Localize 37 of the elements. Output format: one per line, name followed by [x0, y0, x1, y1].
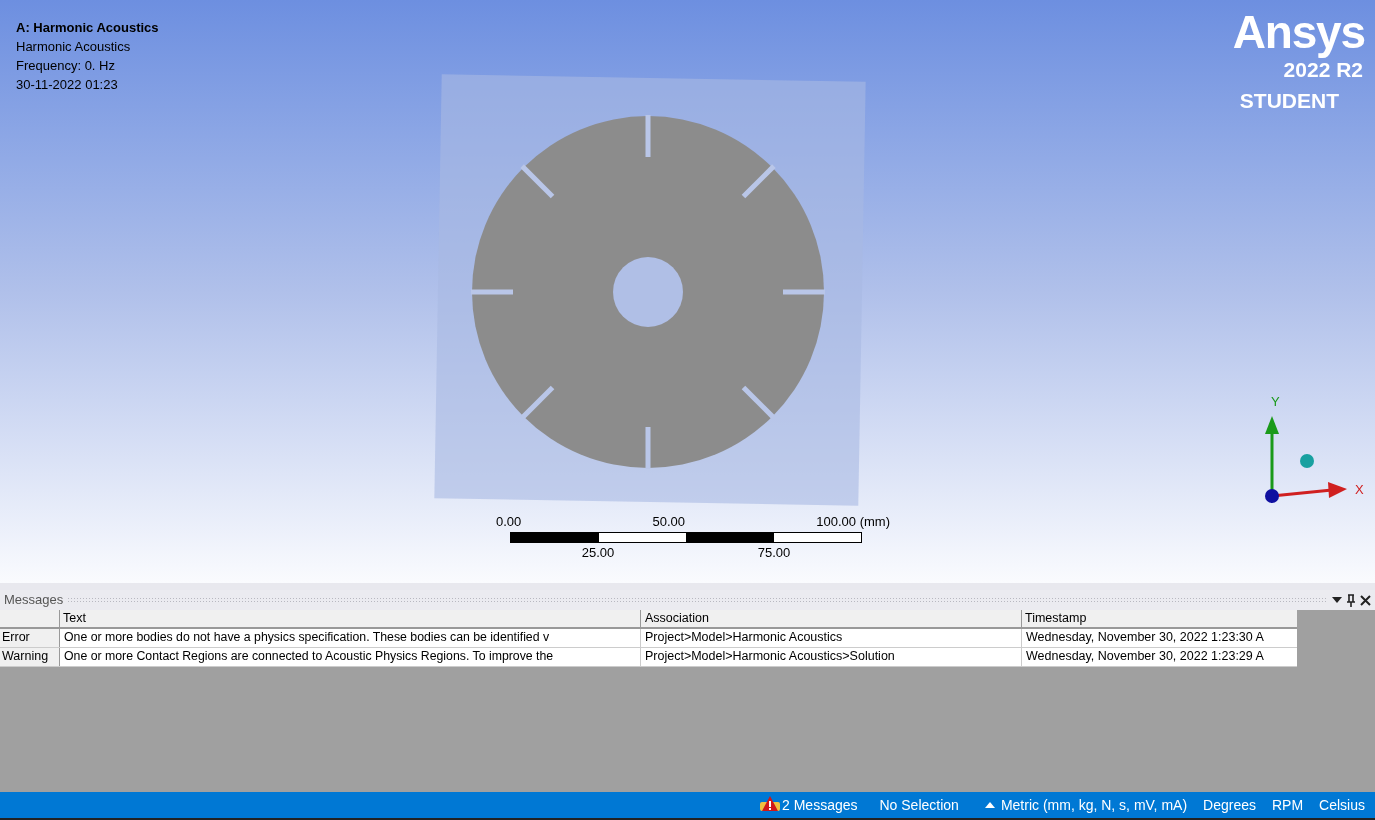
scale-label: 50.00	[652, 513, 686, 531]
analysis-info: 30-11-2022 01:23	[16, 76, 119, 94]
selection-status: No Selection	[879, 795, 959, 815]
table-cell: One or more Contact Regions are connected to Acoustic Physics Regions. To improve the	[60, 648, 641, 666]
version-label: 2022 R2	[1283, 58, 1363, 82]
table-cell-text: Wednesday, November 30, 2022 1:23:30 A	[1025, 629, 1265, 646]
analysis-info: Frequency: 0. Hz	[16, 57, 116, 75]
column-header[interactable]: Association	[641, 610, 1022, 627]
axis-label: X	[1355, 481, 1364, 499]
column-header[interactable]: Text	[60, 610, 641, 627]
column-header[interactable]: Timestamp	[1022, 610, 1297, 627]
scale-label: 25.00	[581, 543, 615, 562]
table-cell: Project>Model>Harmonic Acoustics>Solution	[641, 648, 1022, 666]
temperature-unit-button[interactable]: Celsius	[1319, 794, 1365, 816]
close-icon[interactable]	[1360, 594, 1371, 606]
speed-unit-button[interactable]: RPM	[1271, 794, 1304, 816]
table-cell: One or more bodies do not have a physics specification. These bodies can be identified v	[60, 629, 641, 647]
messages-link[interactable]: 2 Messages	[782, 794, 858, 816]
analysis-title: A: Harmonic Acoustics	[16, 19, 159, 37]
caret-icon	[984, 802, 995, 808]
severity-cell: Warning	[0, 648, 60, 666]
scale-label: 100.00 (mm)	[816, 513, 890, 531]
warning-icon	[760, 796, 780, 814]
angle-unit-button[interactable]: Degrees	[1203, 794, 1256, 816]
edition-label: STUDENT	[1239, 88, 1339, 114]
scale-label: 75.00	[757, 543, 791, 562]
brand-logo: Ansys	[1232, 6, 1365, 58]
panel-title: Messages	[4, 591, 64, 610]
table-cell-text: Wednesday, November 30, 2022 1:23:29 A	[1025, 648, 1265, 665]
dropdown-icon[interactable]	[1332, 597, 1342, 603]
axis-label: Y	[1271, 393, 1280, 411]
unit-system-button[interactable]: Metric (mm, kg, N, s, mV, mA)	[1000, 794, 1188, 816]
pin-icon[interactable]	[1346, 593, 1356, 607]
analysis-info: Harmonic Acoustics	[16, 38, 132, 56]
table-cell: Project>Model>Harmonic Acoustics	[641, 629, 1022, 647]
scale-label: 0.00	[496, 513, 522, 531]
severity-cell: Error	[0, 629, 60, 647]
